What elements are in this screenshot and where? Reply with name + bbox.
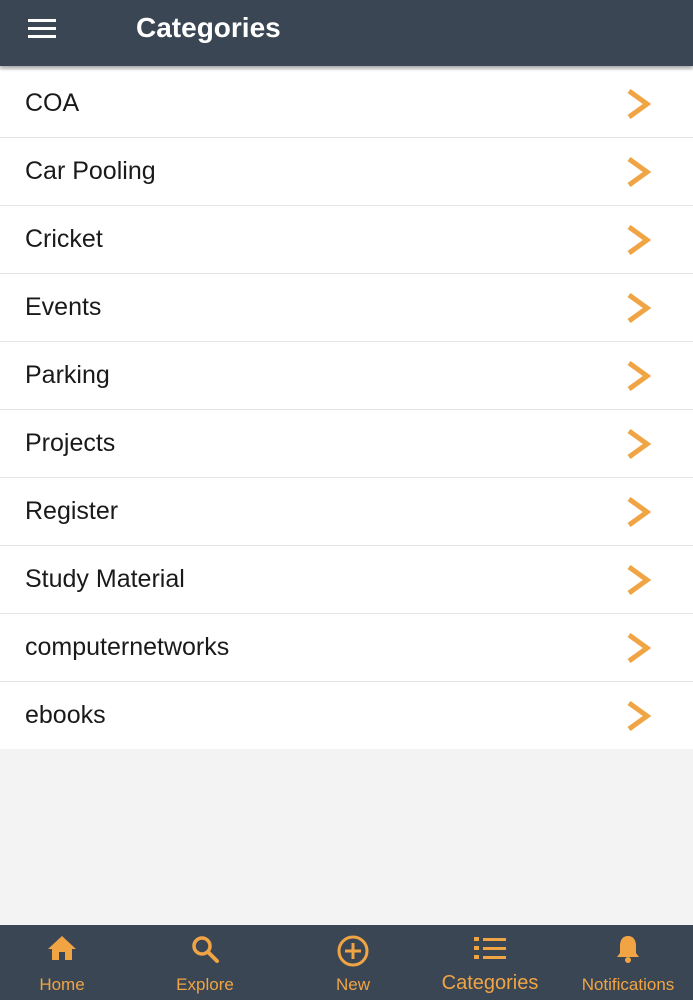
nav-explore[interactable]: Explore <box>155 925 255 1000</box>
nav-categories-label: Categories <box>441 972 539 994</box>
chevron-right-icon <box>627 565 652 595</box>
category-list: COA Car Pooling Cricket Events Parking P… <box>0 70 693 749</box>
category-item-register[interactable]: Register <box>0 478 693 546</box>
category-label: computernetworks <box>25 633 230 661</box>
nav-home-label: Home <box>39 975 85 994</box>
chevron-right-icon <box>627 89 652 119</box>
nav-new[interactable]: New <box>303 925 403 1000</box>
chevron-right-icon <box>627 429 652 459</box>
plus-circle-icon <box>337 935 369 967</box>
chevron-right-icon <box>627 497 652 527</box>
category-label: Events <box>25 293 102 321</box>
search-icon <box>192 936 219 963</box>
category-item-ebooks[interactable]: ebooks <box>0 682 693 749</box>
category-item-projects[interactable]: Projects <box>0 410 693 478</box>
category-label: COA <box>25 89 80 117</box>
nav-explore-label: Explore <box>176 975 234 994</box>
category-item-cricket[interactable]: Cricket <box>0 206 693 274</box>
category-label: Car Pooling <box>25 157 156 185</box>
category-label: Cricket <box>25 225 103 253</box>
nav-notifications[interactable]: Notifications <box>563 925 693 1000</box>
nav-new-label: New <box>335 975 370 994</box>
category-item-parking[interactable]: Parking <box>0 342 693 410</box>
category-item-events[interactable]: Events <box>0 274 693 342</box>
nav-categories[interactable]: Categories <box>421 925 559 1000</box>
hamburger-icon <box>28 19 56 38</box>
chevron-right-icon <box>627 361 652 391</box>
bell-icon <box>617 936 639 963</box>
hamburger-menu-button[interactable] <box>28 16 56 40</box>
chevron-right-icon <box>627 701 652 731</box>
page-title: Categories <box>136 12 281 43</box>
category-item-computernetworks[interactable]: computernetworks <box>0 614 693 682</box>
chevron-right-icon <box>627 157 652 187</box>
chevron-right-icon <box>627 225 652 255</box>
list-icon <box>474 937 506 959</box>
category-label: Study Material <box>25 565 185 593</box>
category-item-car-pooling[interactable]: Car Pooling <box>0 138 693 206</box>
chevron-right-icon <box>627 293 652 323</box>
bottom-navigation: Home Explore New Categories Notification… <box>0 925 693 1000</box>
category-item-study-material[interactable]: Study Material <box>0 546 693 614</box>
category-label: Parking <box>25 361 110 389</box>
category-label: ebooks <box>25 701 106 729</box>
chevron-right-icon <box>627 633 652 663</box>
app-bar: Categories <box>0 0 693 66</box>
home-icon <box>48 936 76 960</box>
category-label: Projects <box>25 429 116 457</box>
category-item-coa[interactable]: COA <box>0 70 693 138</box>
category-label: Register <box>25 497 119 525</box>
nav-home[interactable]: Home <box>12 925 112 1000</box>
nav-notifications-label: Notifications <box>581 975 675 994</box>
